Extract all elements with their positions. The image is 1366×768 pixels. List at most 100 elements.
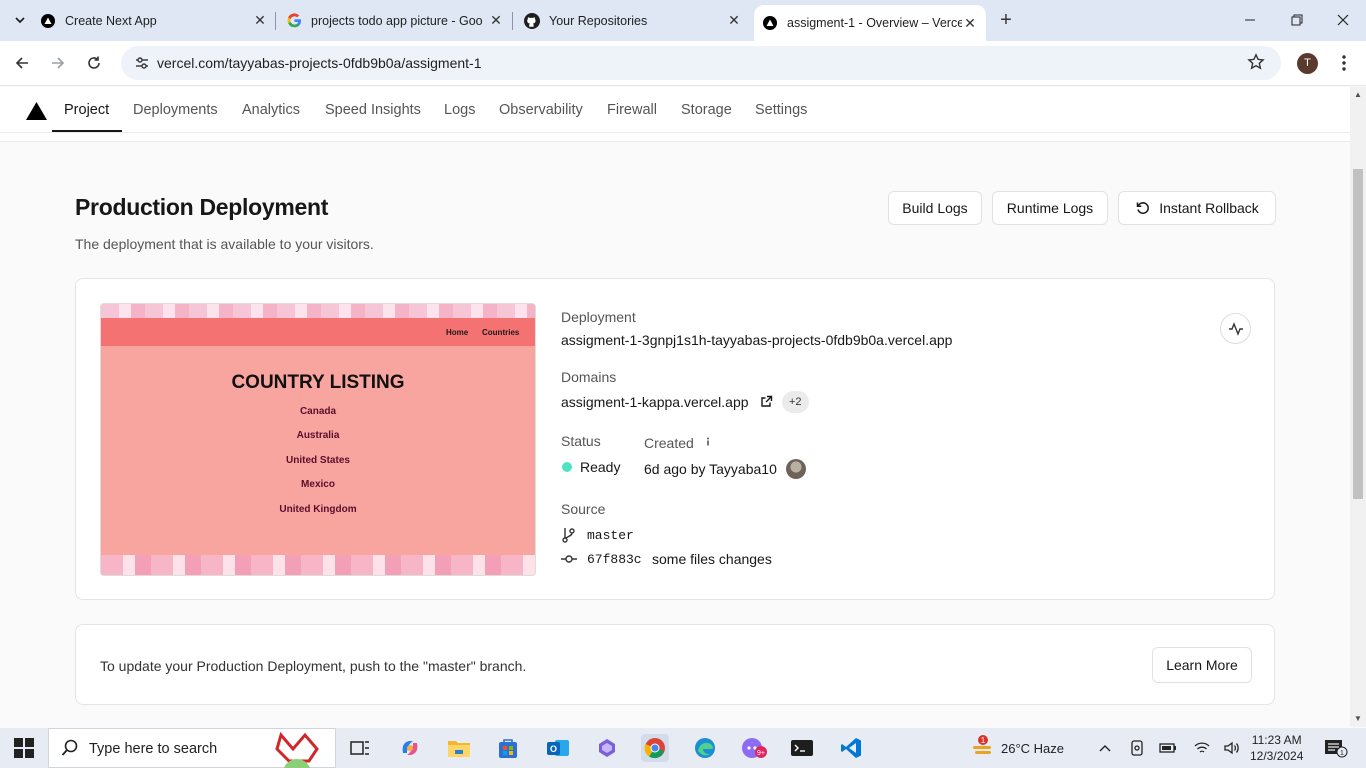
volume-icon[interactable] bbox=[1222, 738, 1242, 758]
close-tab-icon[interactable]: ✕ bbox=[252, 12, 268, 29]
terminal-icon[interactable] bbox=[788, 734, 816, 762]
notification-center-icon[interactable]: 1 bbox=[1324, 738, 1348, 763]
browser-tab[interactable]: projects todo app picture - Goo ✕ bbox=[286, 5, 504, 36]
active-tab-underline bbox=[52, 130, 122, 132]
browser-toolbar: vercel.com/tayyabas-projects-0fdb9b0a/as… bbox=[0, 41, 1366, 86]
tab-search-chevron-icon[interactable] bbox=[8, 8, 32, 32]
tab-title: Create Next App bbox=[65, 13, 157, 28]
minimize-icon[interactable] bbox=[1238, 8, 1262, 32]
instant-rollback-button[interactable]: Instant Rollback bbox=[1118, 191, 1276, 225]
nav-analytics[interactable]: Analytics bbox=[242, 102, 300, 118]
forward-arrow-icon[interactable] bbox=[46, 51, 70, 75]
profile-avatar[interactable]: T bbox=[1297, 53, 1318, 74]
weather-text[interactable]: 26°C Haze bbox=[1001, 741, 1064, 756]
info-icon[interactable] bbox=[703, 435, 713, 453]
reload-icon[interactable] bbox=[82, 51, 106, 75]
new-tab-plus-icon[interactable]: + bbox=[996, 10, 1016, 30]
clock-time: 11:23 AM bbox=[1251, 733, 1302, 747]
browser-menu-icon[interactable] bbox=[1334, 53, 1354, 73]
back-arrow-icon[interactable] bbox=[10, 51, 34, 75]
build-logs-label: Build Logs bbox=[902, 200, 968, 216]
clock-date: 12/3/2024 bbox=[1250, 749, 1304, 763]
preview-country-item: Australia bbox=[296, 430, 340, 441]
weather-icon[interactable]: 1 bbox=[970, 734, 996, 765]
restore-icon[interactable] bbox=[1285, 8, 1309, 32]
svg-text:O: O bbox=[550, 744, 557, 754]
chrome-icon[interactable] bbox=[641, 734, 669, 762]
preview-nav-home: Home bbox=[446, 328, 469, 337]
close-tab-icon[interactable]: ✕ bbox=[488, 12, 504, 29]
microsoft-store-icon[interactable] bbox=[494, 734, 522, 762]
preview-decor-strip bbox=[101, 555, 535, 575]
preview-country-item: United States bbox=[286, 455, 350, 466]
nav-storage[interactable]: Storage bbox=[681, 102, 732, 118]
nav-logs[interactable]: Logs bbox=[444, 102, 475, 118]
commit-hash[interactable]: 67f883c bbox=[587, 552, 642, 567]
user-avatar[interactable] bbox=[786, 459, 806, 479]
site-info-tune-icon[interactable] bbox=[133, 54, 151, 72]
branch-name[interactable]: master bbox=[587, 528, 634, 543]
production-deployment-card: Home Countries COUNTRY LISTING Canada Au… bbox=[75, 278, 1275, 600]
nav-speed-insights[interactable]: Speed Insights bbox=[325, 102, 421, 118]
runtime-logs-button[interactable]: Runtime Logs bbox=[992, 191, 1108, 225]
photos-app-icon[interactable] bbox=[593, 734, 621, 762]
rollback-icon bbox=[1135, 200, 1151, 216]
created-value: 6d ago by Tayyaba10 bbox=[644, 461, 777, 477]
extra-domains-badge[interactable]: +2 bbox=[782, 391, 809, 413]
scroll-down-arrow-icon[interactable]: ▼ bbox=[1354, 714, 1362, 723]
scrollbar-thumb[interactable] bbox=[1353, 169, 1363, 499]
domains-label: Domains bbox=[561, 369, 617, 385]
discord-icon[interactable]: 9+ bbox=[740, 734, 768, 762]
preview-country-item: Canada bbox=[299, 406, 337, 417]
edge-icon[interactable] bbox=[691, 734, 719, 762]
external-link-icon[interactable] bbox=[760, 395, 773, 413]
close-window-icon[interactable] bbox=[1331, 8, 1355, 32]
system-clock[interactable]: 11:23 AM 12/3/2024 bbox=[1250, 732, 1303, 764]
vercel-logo-icon[interactable] bbox=[26, 102, 47, 125]
windows-start-icon[interactable] bbox=[14, 738, 34, 758]
browser-tab[interactable]: Create Next App ✕ bbox=[40, 5, 268, 36]
outlook-icon[interactable]: O bbox=[544, 734, 572, 762]
nav-project[interactable]: Project bbox=[64, 102, 109, 118]
status-value: Ready bbox=[580, 459, 621, 475]
preview-nav-countries: Countries bbox=[482, 328, 520, 337]
taskbar-search-box[interactable]: Type here to search bbox=[48, 728, 336, 768]
scroll-up-arrow-icon[interactable]: ▲ bbox=[1354, 90, 1362, 99]
created-label: Created bbox=[644, 435, 694, 451]
network-icon[interactable] bbox=[1192, 738, 1212, 758]
deployment-url-link[interactable]: assigment-1-3gnpj1s1h-tayyabas-projects-… bbox=[561, 332, 952, 348]
browser-tab-active[interactable]: assigment-1 - Overview – Verce ✕ bbox=[754, 5, 986, 41]
nav-firewall[interactable]: Firewall bbox=[607, 102, 657, 118]
vscode-icon[interactable] bbox=[837, 734, 865, 762]
page-title: Production Deployment bbox=[75, 194, 329, 220]
vercel-triangle-icon bbox=[40, 13, 56, 29]
page-scrollbar[interactable]: ▲ ▼ bbox=[1350, 87, 1366, 727]
search-highlight-icon bbox=[269, 731, 331, 768]
tab-title: projects todo app picture - Goo bbox=[311, 13, 483, 28]
nav-settings[interactable]: Settings bbox=[755, 102, 807, 118]
page-subtitle: The deployment that is available to your… bbox=[75, 236, 374, 252]
battery-icon[interactable] bbox=[1158, 738, 1178, 758]
learn-more-button[interactable]: Learn More bbox=[1152, 647, 1252, 683]
browser-tab[interactable]: Your Repositories ✕ bbox=[524, 5, 742, 36]
deployment-preview-screenshot[interactable]: Home Countries COUNTRY LISTING Canada Au… bbox=[100, 303, 536, 576]
svg-text:1: 1 bbox=[1340, 750, 1344, 757]
status-ready-dot bbox=[562, 462, 572, 472]
source-label: Source bbox=[561, 501, 606, 517]
nav-observability[interactable]: Observability bbox=[499, 102, 583, 118]
preview-country-item: United Kingdom bbox=[279, 504, 357, 515]
search-placeholder: Type here to search bbox=[89, 741, 218, 757]
show-hidden-icons-chevron-icon[interactable] bbox=[1095, 738, 1115, 758]
build-logs-button[interactable]: Build Logs bbox=[888, 191, 982, 225]
copilot-icon[interactable] bbox=[396, 734, 424, 762]
nav-deployments[interactable]: Deployments bbox=[133, 102, 218, 118]
close-tab-icon[interactable]: ✕ bbox=[726, 12, 742, 29]
task-view-icon[interactable] bbox=[346, 734, 374, 762]
file-explorer-icon[interactable] bbox=[445, 734, 473, 762]
domain-link[interactable]: assigment-1-kappa.vercel.app bbox=[561, 394, 749, 410]
bookmark-star-icon[interactable] bbox=[1247, 53, 1267, 73]
activity-pulse-icon[interactable] bbox=[1220, 313, 1251, 344]
close-tab-icon[interactable]: ✕ bbox=[962, 15, 978, 31]
address-bar[interactable]: vercel.com/tayyabas-projects-0fdb9b0a/as… bbox=[121, 46, 1281, 80]
camera-tray-icon[interactable] bbox=[1127, 738, 1147, 758]
